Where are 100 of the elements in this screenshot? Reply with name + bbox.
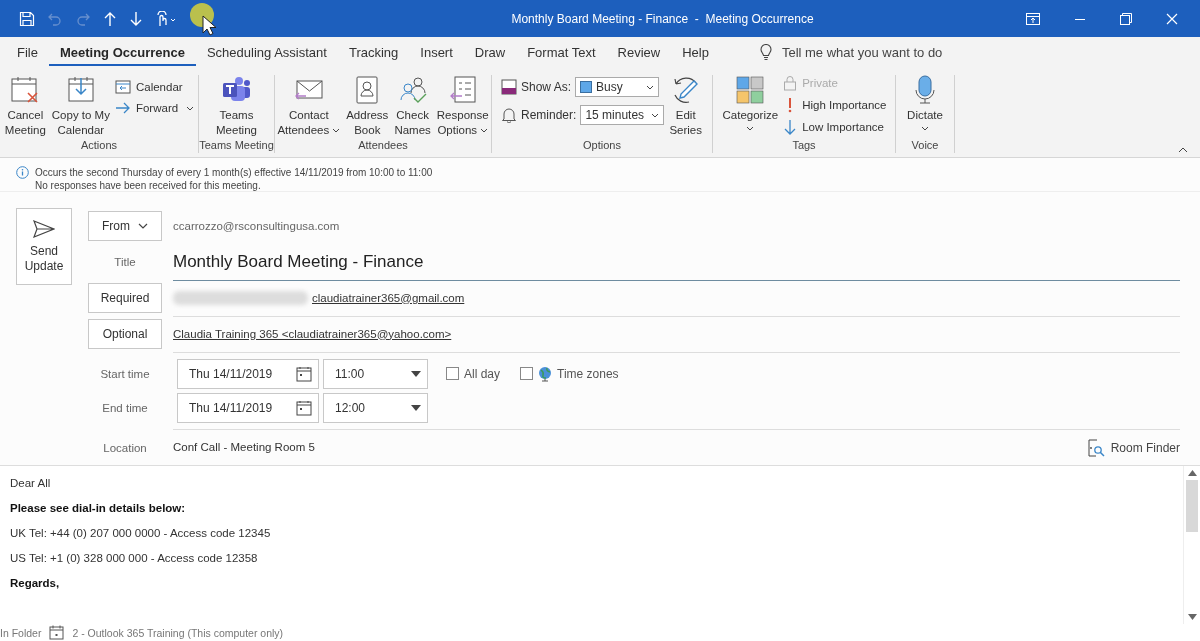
calendar-icon [296,365,312,382]
response-options-button[interactable]: Response Options [435,75,490,138]
end-time-label: End time [101,401,149,414]
status-swatch [580,81,593,93]
scroll-thumb[interactable] [1186,480,1198,532]
right-arrow-icon [114,102,131,114]
show-as-dropdown[interactable]: Busy [575,77,660,97]
time-zones-label: Time zones [557,366,619,381]
attendee-address[interactable]: Claudia Training 365 <claudiatrainer365@yahoo.com> [173,327,452,340]
ribbon-tab[interactable]: Help [671,40,720,66]
tell-me-field[interactable]: Tell me what you want to do [781,44,943,60]
down-arrow-icon[interactable] [129,10,143,27]
body-text: Regards, [10,576,61,591]
body-text: Please see dial-in details below: [10,501,187,516]
cancel-meeting-button[interactable]: Cancel Meeting [3,75,47,138]
start-time-dropdown[interactable]: 11:00 [323,358,428,389]
scroll-down-icon[interactable] [1187,614,1197,620]
reminder-dropdown[interactable]: 15 minutes [580,105,665,125]
info-icon [16,166,29,179]
scrollbar[interactable] [1183,466,1200,624]
scroll-up-icon[interactable] [1187,470,1197,476]
copy-to-calendar-button[interactable]: Copy to My Calendar [50,75,111,138]
cursor-icon [189,1,219,36]
calendar-button[interactable]: Calendar [114,79,195,94]
from-address: ccarrozzo@rsconsultingusa.com [173,220,340,232]
ribbon-tab[interactable]: Draw [463,40,517,66]
bell-icon [501,107,517,123]
teams-meeting-button[interactable]: Teams Meeting [215,75,258,138]
title-label: Title [113,256,137,268]
ribbon-display-icon[interactable] [1026,12,1040,25]
calendar-icon [114,79,131,94]
caret-icon [921,126,929,131]
attendee-address[interactable]: claudiatrainer365@gmail.com [312,291,465,304]
calendar-icon [49,625,65,640]
save-icon[interactable] [19,10,35,27]
required-button[interactable]: Required [88,283,162,313]
group-label: Tags [791,139,817,153]
caret-icon [411,370,421,377]
show-as-icon [501,79,517,95]
forward-button[interactable]: Forward [114,102,195,114]
dictate-button[interactable]: Dictate [906,75,944,131]
info-text: Occurs the second Thursday of every 1 month(s) effective 14/11/2019 from 10:00 to 11:00 [35,166,433,179]
reminder-label: Reminder: [521,108,577,122]
send-icon [33,219,55,238]
calendar-cancel-icon [10,75,41,105]
location-field[interactable]: Conf Call - Meeting Room 5 [173,429,1067,466]
address-book-button[interactable]: Address Book [345,75,390,138]
contact-attendees-button[interactable]: Contact Attendees [276,75,342,138]
body-text: Dear All [10,476,52,491]
group-label: Teams Meeting [199,139,274,153]
up-arrow-icon[interactable] [103,10,117,27]
title-field[interactable]: Monthly Board Meeting - Finance [173,243,1180,281]
ribbon-tab[interactable]: File [6,40,49,66]
end-date-field[interactable]: Thu 14/11/2019 [177,392,319,423]
restore-icon[interactable] [1120,12,1132,25]
status-label: In Folder [0,626,42,639]
group-label: Attendees [357,139,409,153]
send-update-button[interactable]: Send Update [16,208,72,285]
optional-button[interactable]: Optional [88,319,162,349]
all-day-checkbox[interactable] [446,367,459,380]
caret-icon [411,404,421,411]
start-time-label: Start time [99,367,151,380]
ribbon-tab[interactable]: Review [606,40,672,66]
room-finder-button[interactable]: Room Finder [1086,438,1180,457]
location-label: Location [102,441,148,454]
ribbon-tab[interactable]: Scheduling Assistant [195,40,338,66]
edit-series-button[interactable]: Edit Series [668,75,703,138]
window-title: Monthly Board Meeting - Finance - Meeting Occurrence [510,11,815,26]
time-zones-checkbox[interactable] [520,367,534,380]
categorize-button[interactable]: Categorize [721,75,780,131]
caret-icon [332,128,341,134]
caret-icon [138,223,148,229]
touch-mode-icon[interactable] [155,10,177,27]
info-text: No responses have been received for this meeting. [35,179,262,192]
all-day-label: All day [464,366,501,381]
collapse-ribbon-icon[interactable] [1178,147,1188,153]
ribbon-tab[interactable]: Format Text [516,40,607,66]
ribbon-tab[interactable]: Insert [409,40,464,66]
down-arrow-icon [783,119,798,135]
caret-icon [646,85,655,90]
low-importance-button[interactable]: Low Importance [783,119,887,135]
group-label: Options [582,139,622,153]
end-time-dropdown[interactable]: 12:00 [323,392,428,423]
body-text: US Tel: +1 (0) 328 000 000 - Access code 12358 [10,551,259,566]
high-importance-button[interactable]: High Importance [783,97,887,113]
people-check-icon [397,75,428,105]
caret-icon [480,128,489,134]
check-names-button[interactable]: Check Names [393,75,432,138]
ribbon-tab[interactable]: Tracking [337,40,410,66]
folder-name: 2 - Outlook 365 Training (This computer only) [72,626,284,639]
close-icon[interactable] [1166,12,1178,25]
lock-icon [783,75,798,91]
group-label: Voice [910,139,940,153]
start-date-field[interactable]: Thu 14/11/2019 [177,358,319,389]
globe-icon [538,365,553,382]
room-search-icon [1086,438,1105,457]
show-as-label: Show As: [521,80,572,94]
ribbon-tab[interactable]: Meeting Occurrence [48,40,196,66]
categories-icon [735,75,766,105]
from-button[interactable]: From [88,211,162,241]
